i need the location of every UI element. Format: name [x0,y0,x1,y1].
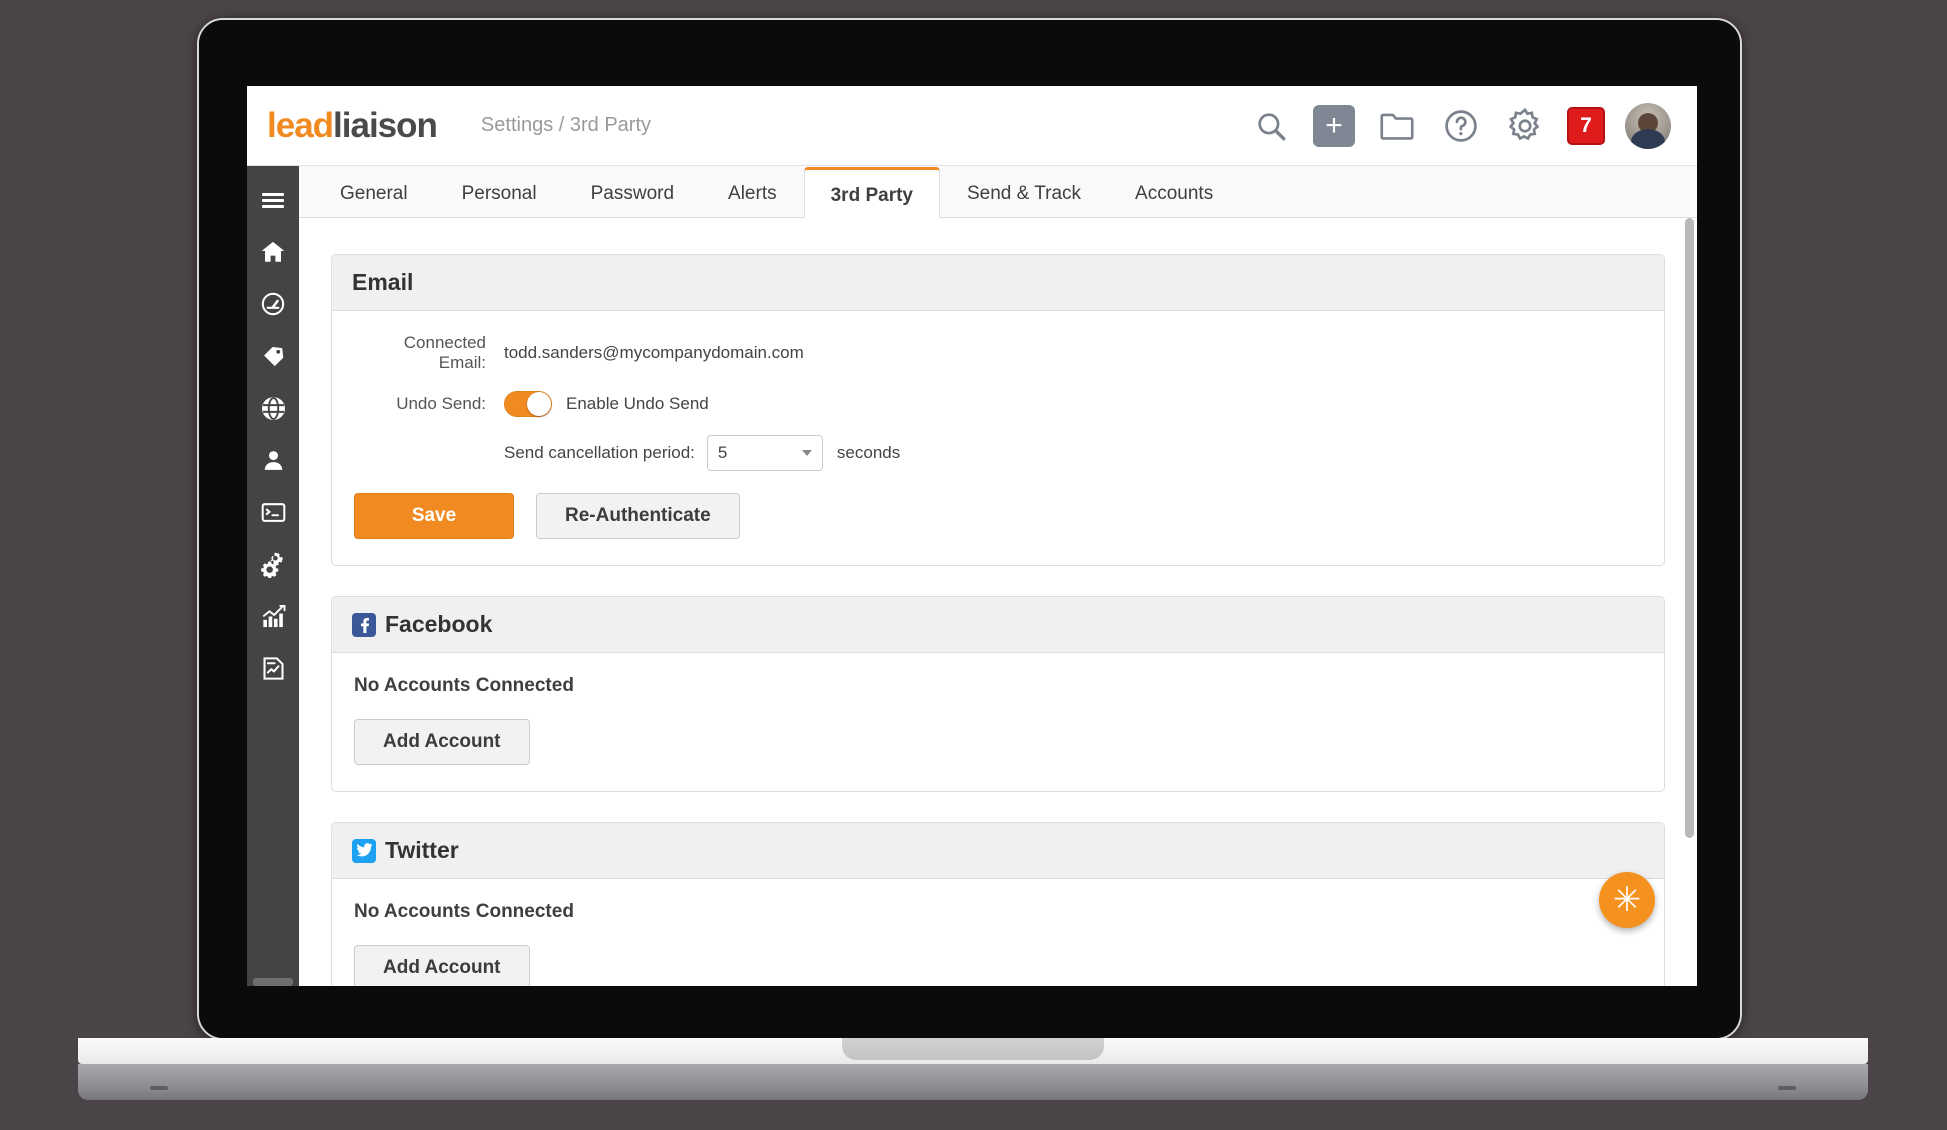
connected-email-row: Connected Email: todd.sanders@mycompanyd… [354,333,1642,373]
email-panel-title: Email [352,269,414,295]
hamburger-icon-bar [262,204,284,208]
sidebar-item-tags[interactable] [247,330,299,382]
sidebar [247,166,299,986]
email-panel-header: Email [332,255,1664,311]
sidebar-item-automation[interactable] [247,538,299,590]
send-cancellation-row: Send cancellation period: 5 seconds [504,435,1642,471]
tab-send-track[interactable]: Send & Track [940,167,1108,218]
send-cancellation-label: Send cancellation period: [504,443,695,462]
app-header: leadliaison Settings / 3rd Party + 7 [247,86,1697,166]
home-icon [261,241,285,262]
laptop-bezel: leadliaison Settings / 3rd Party + 7 Gen… [199,20,1740,1038]
tab-general[interactable]: General [313,167,435,218]
sidebar-item-web[interactable] [247,382,299,434]
add-icon[interactable]: + [1313,104,1355,147]
facebook-panel-title: Facebook [385,611,493,637]
sidebar-item-contacts[interactable] [247,434,299,486]
menu-toggle[interactable] [247,174,299,226]
twitter-panel-header: Twitter [332,823,1664,879]
laptop-base-top [78,1038,1868,1064]
connected-email-label: Connected Email: [403,333,486,372]
tab-3rd-party[interactable]: 3rd Party [803,167,940,218]
undo-send-toggle[interactable] [504,391,552,417]
undo-send-label: Undo Send: [396,394,486,413]
app-logo[interactable]: leadliaison [267,105,438,146]
sidebar-item-home[interactable] [247,226,299,278]
twitter-panel-title: Twitter [385,837,459,863]
folder-icon[interactable] [1375,104,1419,148]
settings-content: Email Connected Email: todd.sanders@myco… [299,218,1697,986]
tab-alerts[interactable]: Alerts [701,167,804,218]
notification-badge[interactable]: 7 [1567,106,1605,145]
bar-chart-icon [262,604,285,627]
laptop-foot-left [150,1086,168,1090]
sidebar-item-reports[interactable] [247,642,299,694]
email-panel: Email Connected Email: todd.sanders@myco… [331,254,1665,566]
breadcrumb: Settings / 3rd Party [480,114,651,136]
avatar[interactable] [1625,102,1671,149]
main-area: General Personal Password Alerts 3rd Par… [299,166,1697,986]
undo-send-toggle-label: Enable Undo Send [566,394,709,413]
window-icon [261,502,285,522]
hamburger-icon-bar [262,198,284,202]
search-icon[interactable] [1249,104,1293,148]
sidebar-item-dashboard[interactable] [247,278,299,330]
settings-tabbar: General Personal Password Alerts 3rd Par… [299,166,1697,218]
logo-liaison: liaison [333,105,438,145]
sidebar-scroll-indicator [253,978,293,986]
facebook-status: No Accounts Connected [354,675,574,696]
facebook-panel-header: Facebook [332,597,1664,653]
tab-accounts[interactable]: Accounts [1108,167,1240,218]
globe-icon [261,396,285,420]
facebook-panel-body: No Accounts Connected Add Account [332,653,1664,791]
toggle-knob [527,392,551,416]
app-body: General Personal Password Alerts 3rd Par… [247,166,1697,986]
sidebar-item-analytics[interactable] [247,590,299,642]
laptop-frame: leadliaison Settings / 3rd Party + 7 Gen… [197,18,1742,1040]
laptop-base-bottom [78,1064,1868,1100]
facebook-panel: Facebook No Accounts Connected Add Accou… [331,596,1665,792]
help-icon[interactable] [1439,104,1483,148]
twitter-status: No Accounts Connected [354,901,574,922]
send-cancellation-value: 5 [717,443,728,462]
re-authenticate-button[interactable]: Re-Authenticate [536,493,740,539]
gear-icon[interactable] [1503,104,1547,148]
sidebar-item-campaigns[interactable] [247,486,299,538]
send-cancellation-select[interactable]: 5 [706,435,823,471]
undo-send-row: Undo Send: Enable Undo Send [354,391,1642,417]
save-button[interactable]: Save [354,493,514,539]
email-actions: Save Re-Authenticate [354,493,1642,539]
header-icon-group: + 7 [1249,102,1671,149]
laptop-base [78,1038,1868,1100]
laptop-foot-right [1778,1086,1796,1090]
gauge-icon [261,292,285,316]
report-icon [262,656,284,680]
facebook-icon [352,612,376,637]
logo-lead: lead [267,105,334,145]
connected-email-value: todd.sanders@mycompanydomain.com [504,343,804,362]
facebook-add-account-button[interactable]: Add Account [354,719,530,765]
screen: leadliaison Settings / 3rd Party + 7 Gen… [247,86,1697,986]
tab-personal[interactable]: Personal [435,167,564,218]
tab-password[interactable]: Password [564,167,701,218]
twitter-add-account-button[interactable]: Add Account [354,945,530,986]
twitter-panel-body: No Accounts Connected Add Account [332,879,1664,986]
hamburger-icon-bar [262,192,284,196]
scrollbar-thumb[interactable] [1685,218,1694,838]
laptop-base-notch [842,1038,1104,1060]
gears-icon [261,552,284,578]
twitter-panel: Twitter No Accounts Connected Add Accoun… [331,822,1665,986]
email-panel-body: Connected Email: todd.sanders@mycompanyd… [332,311,1664,565]
chevron-down-icon [801,450,812,456]
twitter-icon [352,838,376,863]
content-scrollbar[interactable] [1684,218,1695,986]
quick-action-button[interactable]: ✳ [1599,872,1655,928]
tag-icon [263,346,283,366]
person-icon [264,450,282,470]
seconds-label: seconds [836,443,901,462]
